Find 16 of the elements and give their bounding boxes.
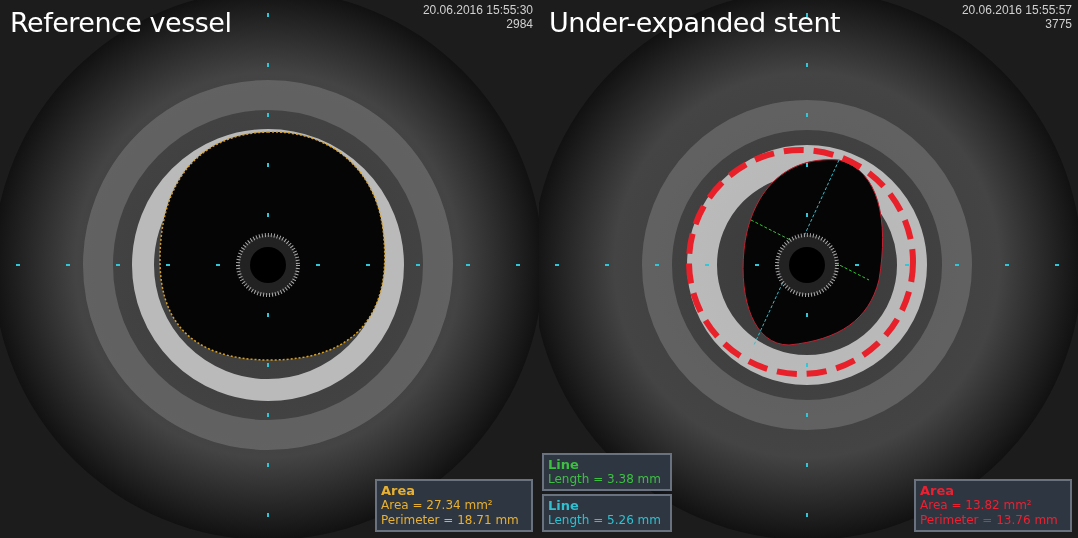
frame-number: 3775 xyxy=(1045,17,1072,31)
measurement-value: Length = 3.38 mm xyxy=(548,472,662,487)
measurement-value: Area = 27.34 mm² xyxy=(381,498,494,513)
panel-title: Under-expanded stent xyxy=(549,6,841,40)
measurement-heading: Area xyxy=(920,483,956,498)
panel-title: Reference vessel xyxy=(10,6,232,40)
measurement-value: Perimeter = 13.76 mm xyxy=(920,513,1059,528)
frame-number: 2984 xyxy=(506,17,533,31)
timestamp: 20.06.2016 15:55:57 xyxy=(961,3,1072,17)
measurement-heading: Line xyxy=(548,498,580,513)
measurement-heading: Area xyxy=(381,483,417,498)
measurement-value: Perimeter = 18.71 mm xyxy=(381,513,520,528)
measurement-value: Area = 13.82 mm² xyxy=(920,498,1033,513)
measurement-value: Length = 5.26 mm xyxy=(548,513,662,528)
measurement-heading: Line xyxy=(548,457,580,472)
timestamp: 20.06.2016 15:55:30 xyxy=(422,3,533,17)
